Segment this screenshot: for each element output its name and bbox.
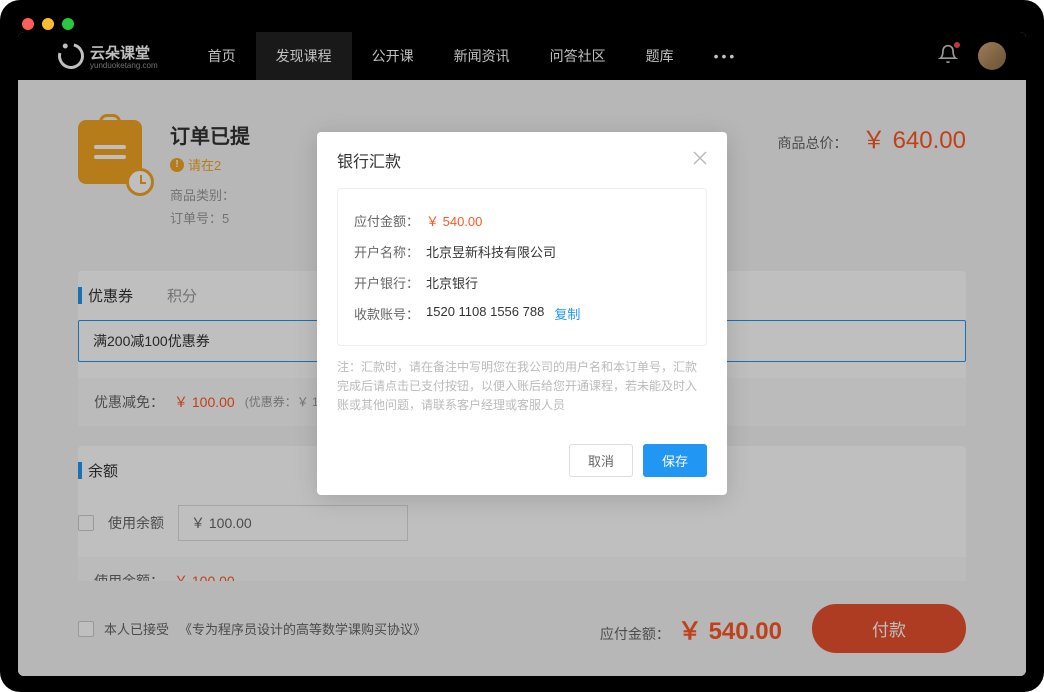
maximize-window-button[interactable] [62,18,74,30]
modal-account-name: 北京昱新科技有限公司 [426,242,556,261]
modal-amount: ￥ 540.00 [426,211,482,230]
payment-details: 应付金额： ￥ 540.00 开户名称： 北京昱新科技有限公司 开户银行： 北京… [337,188,707,346]
modal-bank-name: 北京银行 [426,273,478,292]
modal-close-button[interactable] [693,151,707,170]
minimize-window-button[interactable] [42,18,54,30]
close-window-button[interactable] [22,18,34,30]
copy-account-button[interactable]: 复制 [554,304,580,323]
cancel-button[interactable]: 取消 [569,444,633,477]
window-controls [22,18,74,30]
modal-account-number: 1520 1108 1556 788 [426,304,544,323]
close-icon [693,151,707,165]
modal-title: 银行汇款 [337,148,401,172]
modal-overlay[interactable]: 银行汇款 应付金额： ￥ 540.00 开户名称： 北京昱新科技有限公司 [18,32,1026,676]
modal-note: 注：汇款时，请在备注中写明您在我公司的用户名和本订单号，汇款完成后请点击已支付按… [337,358,707,416]
bank-transfer-modal: 银行汇款 应付金额： ￥ 540.00 开户名称： 北京昱新科技有限公司 [317,132,727,495]
save-button[interactable]: 保存 [643,444,707,477]
